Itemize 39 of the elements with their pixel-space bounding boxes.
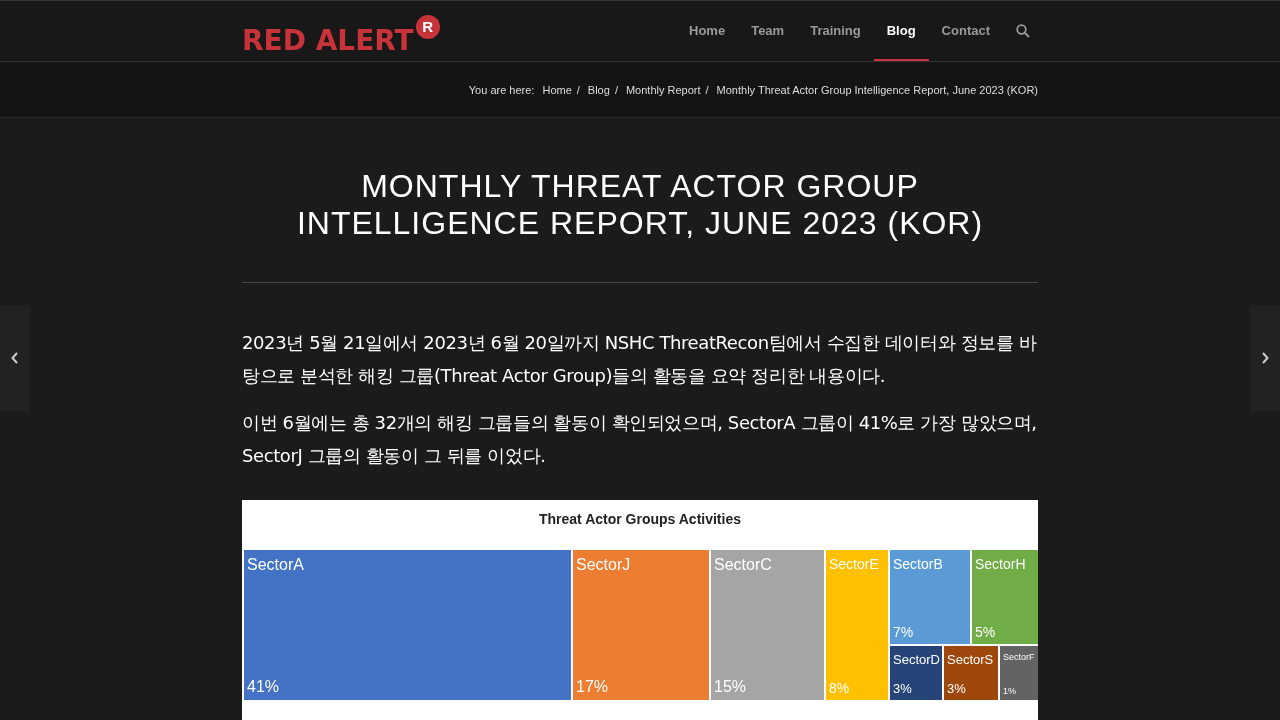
tile-label: SectorD <box>893 652 939 667</box>
nav-link[interactable]: Team <box>738 1 798 61</box>
breadcrumb-separator: / <box>614 83 618 96</box>
breadcrumb-label: You are here: <box>468 83 535 96</box>
tile-percentage: 3% <box>893 681 913 696</box>
tile-percentage: 5% <box>975 624 997 640</box>
tile-label: SectorJ <box>576 556 632 574</box>
tile-percentage: 41% <box>247 678 281 696</box>
tile-label: SectorE <box>829 556 880 572</box>
tile-percentage: 7% <box>893 624 915 640</box>
nav-link[interactable]: Home <box>676 1 739 61</box>
tile-label: SectorH <box>975 556 1027 572</box>
tile-percentage: 3% <box>947 681 967 696</box>
post-title: MONTHLY THREAT ACTOR GROUP INTELLIGENCE REPORT, JUNE 2023 (KOR) <box>242 168 1038 283</box>
tile-percentage: 15% <box>714 678 748 696</box>
tile-percentage: 17% <box>576 678 610 696</box>
breadcrumb-current[interactable]: Monthly Threat Actor Group Intelligence Report, June 2023 (KOR) <box>716 83 1038 96</box>
logo-badge: R <box>415 14 440 39</box>
chart-title: Threat Actor Groups Activities <box>538 510 742 529</box>
breadcrumb-link[interactable]: Blog <box>587 83 610 96</box>
tile-percentage: 8% <box>829 680 851 696</box>
nav-link[interactable]: Contact <box>928 1 1003 61</box>
tile-label: SectorB <box>893 556 944 572</box>
tile-label: SectorF <box>1003 652 1035 662</box>
tile-label: SectorA <box>247 556 305 574</box>
tile-label: SectorC <box>714 556 773 574</box>
next-post-button[interactable] <box>1250 305 1280 411</box>
chevron-right-icon <box>1261 352 1269 364</box>
breadcrumb-link[interactable]: Monthly Report <box>625 83 701 96</box>
chevron-left-icon <box>11 352 19 364</box>
previous-post-button[interactable] <box>0 305 30 411</box>
paragraph: 2023년 5월 21일에서 2023년 6월 20일까지 NSHC ThreatRecon팀에서 수집한 데이터와 정보를 바탕으로 분석한 해킹 그룹(Threat Actor Group)들의 활동을 요약 정리한 내용이다. <box>242 331 1038 388</box>
breadcrumb-link[interactable]: Home <box>542 83 572 96</box>
breadcrumb-separator: / <box>705 83 709 96</box>
tile-label: SectorS <box>947 652 995 667</box>
tile-percentage: 1% <box>1003 686 1017 696</box>
breadcrumb-separator: / <box>576 83 580 96</box>
nav-link[interactable]: Training <box>797 1 874 61</box>
paragraph: 이번 6월에는 총 32개의 해킹 그룹들의 활동이 확인되었으며, SectorA 그룹이 41%로 가장 많았으며, SectorJ 그룹의 활동이 그 뒤를 이었다. <box>242 411 1038 468</box>
